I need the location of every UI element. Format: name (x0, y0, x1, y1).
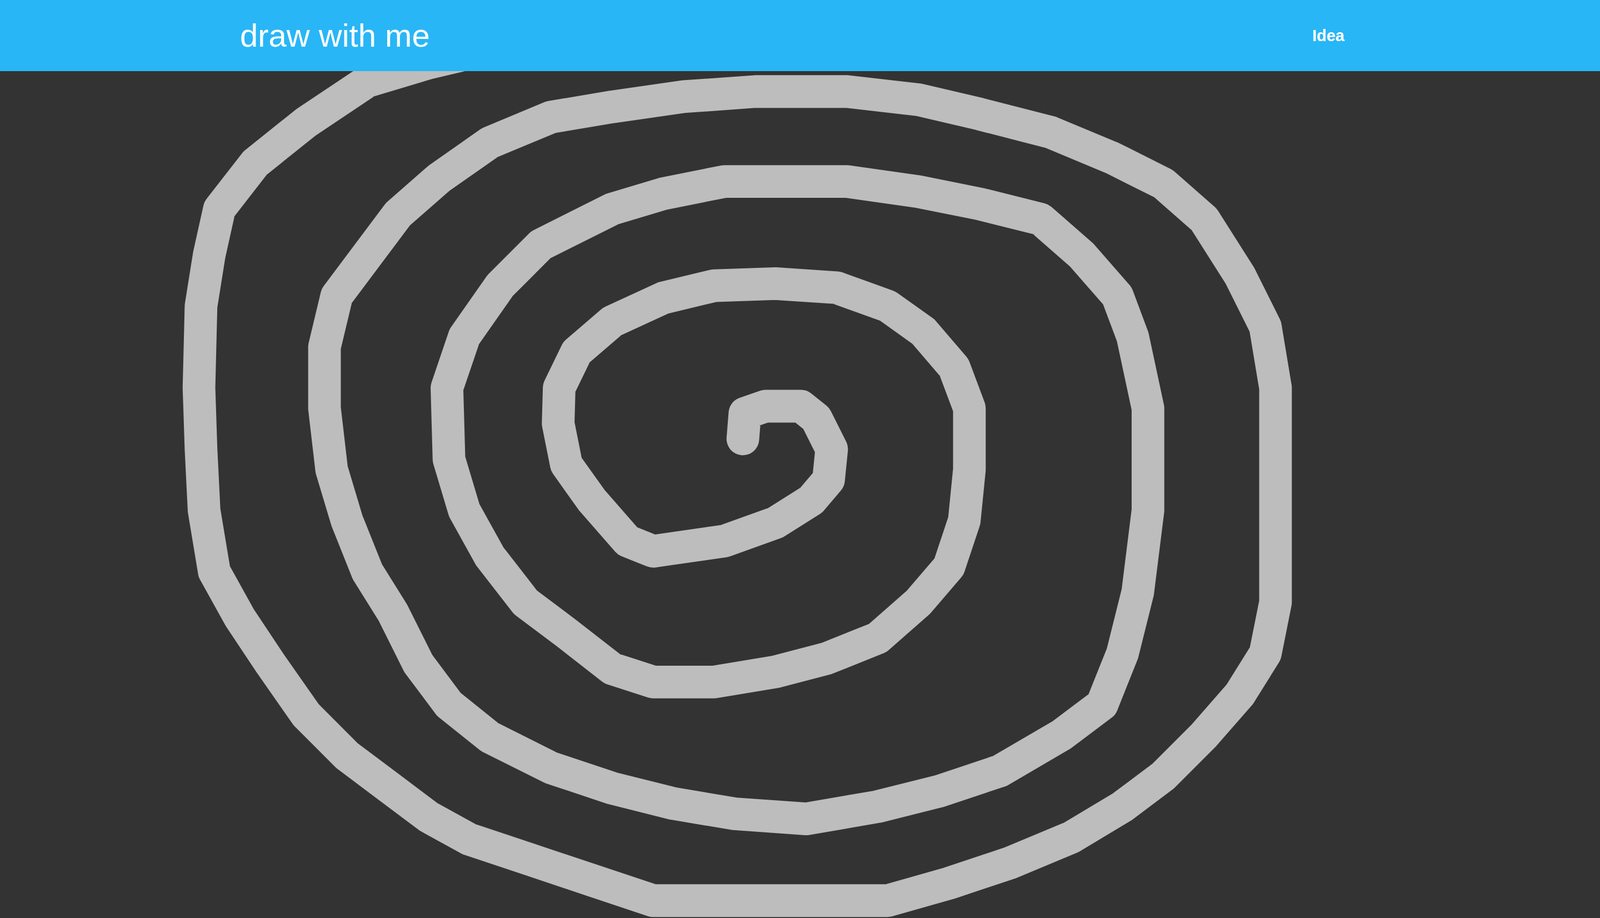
top-bar: draw with me Idea (0, 0, 1600, 72)
spiral-drawing (0, 71, 1600, 918)
app-title: draw with me (240, 16, 430, 55)
spiral-stroke (198, 71, 1276, 901)
nav: Idea (1301, 20, 1356, 52)
nav-link[interactable]: Idea (1301, 20, 1356, 52)
app-page: draw with me Idea (0, 0, 1600, 918)
drawing-canvas[interactable] (0, 71, 1600, 918)
